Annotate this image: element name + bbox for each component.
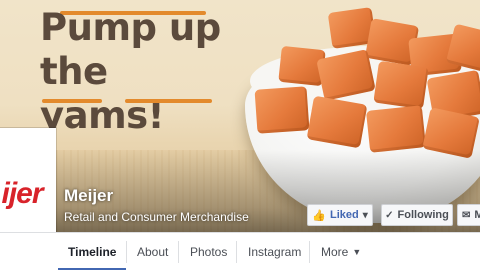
tab-label: Timeline [68,245,117,259]
following-button[interactable]: ✓ Following [381,204,453,226]
tab-divider [309,241,310,263]
meijer-logo: ijer [1,177,43,210]
facebook-page: Pump up the yams! ijer Meijer Retail and… [0,0,480,270]
tab-label: Instagram [248,245,302,259]
caret-down-icon: ▼ [352,247,362,257]
liked-label: Liked [329,209,359,221]
tab-divider [236,241,237,263]
page-tab-bar: Timeline About Photos Instagram More ▼ [0,232,480,270]
tab-more[interactable]: More ▼ [311,233,371,270]
yam-piece [373,60,429,110]
check-icon: ✓ [385,209,394,221]
tab-instagram[interactable]: Instagram [238,233,311,270]
tab-label: Photos [190,245,228,259]
yam-piece [316,49,376,101]
tab-label: More [321,245,349,259]
yam-piece [254,86,310,134]
page-title[interactable]: Meijer [64,186,113,206]
message-button[interactable]: ✉ M [457,204,480,226]
page-category: Retail and Consumer Merchandise [64,210,249,224]
yam-piece [365,105,427,153]
headline-rule-right [125,99,212,103]
thumbs-up-icon: 👍 [312,209,326,222]
message-icon: ✉ [462,209,471,221]
tab-about[interactable]: About [127,233,178,270]
caret-down-icon: ▾ [362,209,368,221]
cover-headline: Pump up the yams! [40,6,240,138]
following-label: Following [397,209,449,221]
headline-line-2: the yams! [40,50,165,137]
message-label: M [474,209,480,221]
yam-pieces [250,7,480,159]
tab-photos[interactable]: Photos [180,233,237,270]
tab-timeline[interactable]: Timeline [58,233,127,270]
headline-rule-left [42,99,102,103]
tab-label: About [137,245,169,259]
headline-line-1: Pump up [40,6,221,49]
tab-divider [178,241,179,263]
liked-button[interactable]: 👍 Liked ▾ [307,204,373,226]
yam-piece [306,95,368,149]
